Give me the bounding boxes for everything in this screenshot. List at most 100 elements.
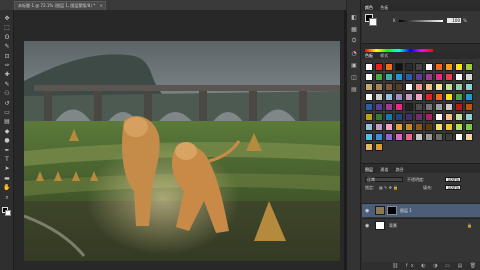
type-icon[interactable]: T [3, 157, 11, 163]
color-swatch[interactable] [425, 83, 433, 91]
color-swatch[interactable] [415, 83, 423, 91]
color-swatch[interactable] [445, 93, 453, 101]
color-swatch[interactable] [395, 113, 403, 121]
color-swatch[interactable] [465, 113, 473, 121]
color-swatch[interactable] [365, 63, 373, 71]
tab-swatches[interactable]: 色板 [365, 53, 373, 58]
background-color-swatch[interactable] [5, 210, 11, 216]
color-swatch[interactable] [365, 103, 373, 111]
color-swatch[interactable] [415, 103, 423, 111]
color-swatch[interactable] [395, 73, 403, 81]
color-swatch[interactable] [365, 93, 373, 101]
brush-icon[interactable]: ✎ [3, 81, 11, 88]
color-swatch[interactable] [435, 63, 443, 71]
color-swatch[interactable] [415, 93, 423, 101]
fill-input[interactable]: 100% [445, 185, 461, 190]
color-swatch[interactable] [385, 133, 393, 141]
color-swatch[interactable] [405, 103, 413, 111]
color-swatch[interactable] [445, 103, 453, 111]
color-swatch[interactable] [375, 113, 383, 121]
color-swatch[interactable] [395, 63, 403, 71]
document-tab[interactable]: 未标题-1 @ 72.1% (图层 1, 图层蒙版/8) * × [14, 1, 106, 10]
tab-swatches-top[interactable]: 色板 [380, 5, 388, 10]
layer-mask-thumbnail[interactable] [387, 206, 397, 215]
color-swatch[interactable] [395, 93, 403, 101]
zoom-icon[interactable]: ⌕ [3, 194, 11, 201]
marquee-icon[interactable]: ⬚ [3, 25, 11, 31]
color-swatch[interactable] [465, 83, 473, 91]
tab-styles[interactable]: 样式 [380, 53, 388, 58]
color-swatch[interactable] [385, 83, 393, 91]
color-swatch[interactable] [365, 133, 373, 141]
color-swatch[interactable] [435, 113, 443, 121]
color-swatch[interactable] [365, 123, 373, 131]
color-swatch[interactable] [465, 123, 473, 131]
opacity-input[interactable]: 100% [445, 177, 461, 182]
healing-icon[interactable]: ✚ [3, 72, 11, 78]
color-swatch[interactable] [365, 143, 373, 151]
color-swatch[interactable] [445, 113, 453, 121]
tab-channels[interactable]: 通道 [380, 167, 388, 172]
color-swatch[interactable] [365, 83, 373, 91]
color-swatch[interactable] [435, 93, 443, 101]
color-swatch[interactable] [455, 83, 463, 91]
color-swatch[interactable] [455, 123, 463, 131]
layer-row-1[interactable]: ◉ 图层 1 [362, 203, 480, 217]
color-swatch[interactable] [435, 133, 443, 141]
tab-layers[interactable]: 图层 [365, 167, 373, 172]
color-swatch[interactable] [375, 103, 383, 111]
color-swatch[interactable] [385, 93, 393, 101]
color-swatch[interactable] [385, 73, 393, 81]
color-swatch[interactable] [445, 123, 453, 131]
color-swatch[interactable] [405, 113, 413, 121]
blend-mode-select[interactable]: 正常 [365, 177, 403, 182]
gradient-icon[interactable]: ▤ [3, 119, 11, 125]
panel-toggle-icon[interactable]: ◧ [350, 14, 358, 21]
color-swatch[interactable] [375, 133, 383, 141]
color-swatch[interactable] [385, 113, 393, 121]
color-swatch[interactable] [415, 73, 423, 81]
fg-bg-color-picker[interactable] [365, 14, 377, 26]
lasso-icon[interactable]: ʘ [3, 34, 11, 41]
color-swatch[interactable] [455, 73, 463, 81]
crop-icon[interactable]: ⊡ [3, 53, 11, 60]
k-slider[interactable] [399, 20, 443, 22]
color-swatch[interactable] [455, 113, 463, 121]
color-swatch[interactable] [425, 113, 433, 121]
hand-icon[interactable]: ✋ [3, 185, 11, 191]
color-swatch[interactable] [425, 133, 433, 141]
color-swatch[interactable] [425, 63, 433, 71]
color-swatch[interactable] [385, 103, 393, 111]
color-swatch[interactable] [395, 83, 403, 91]
panel-toggle-icon[interactable]: ◫ [350, 74, 358, 81]
color-swatch[interactable] [435, 103, 443, 111]
color-swatch[interactable] [405, 63, 413, 71]
dodge-icon[interactable]: ● [3, 138, 11, 144]
eyedropper-icon[interactable]: ✑ [3, 63, 11, 69]
color-swatch[interactable] [465, 133, 473, 141]
color-swatch[interactable] [365, 113, 373, 121]
color-swatch[interactable] [375, 63, 383, 71]
color-swatch[interactable] [425, 93, 433, 101]
color-swatch[interactable] [415, 133, 423, 141]
k-value-input[interactable]: 100 [447, 18, 461, 23]
color-swatch[interactable] [365, 73, 373, 81]
color-swatch[interactable] [385, 123, 393, 131]
color-swatch[interactable] [395, 123, 403, 131]
color-swatch[interactable] [455, 63, 463, 71]
color-swatch[interactable] [445, 63, 453, 71]
color-swatch[interactable] [425, 103, 433, 111]
color-swatch[interactable] [405, 133, 413, 141]
clone-stamp-icon[interactable]: ⚇ [3, 91, 11, 97]
close-tab-icon[interactable]: × [100, 2, 103, 10]
color-swatch[interactable] [375, 143, 383, 151]
color-swatch[interactable] [375, 123, 383, 131]
color-swatch[interactable] [405, 123, 413, 131]
color-swatch[interactable] [425, 73, 433, 81]
color-swatch[interactable] [445, 83, 453, 91]
panel-toggle-icon[interactable]: ⛭ [350, 37, 358, 44]
quick-select-icon[interactable]: ✎ [3, 44, 11, 50]
color-swatch[interactable] [435, 73, 443, 81]
color-swatch[interactable] [375, 93, 383, 101]
tab-paths[interactable]: 路径 [396, 167, 404, 172]
